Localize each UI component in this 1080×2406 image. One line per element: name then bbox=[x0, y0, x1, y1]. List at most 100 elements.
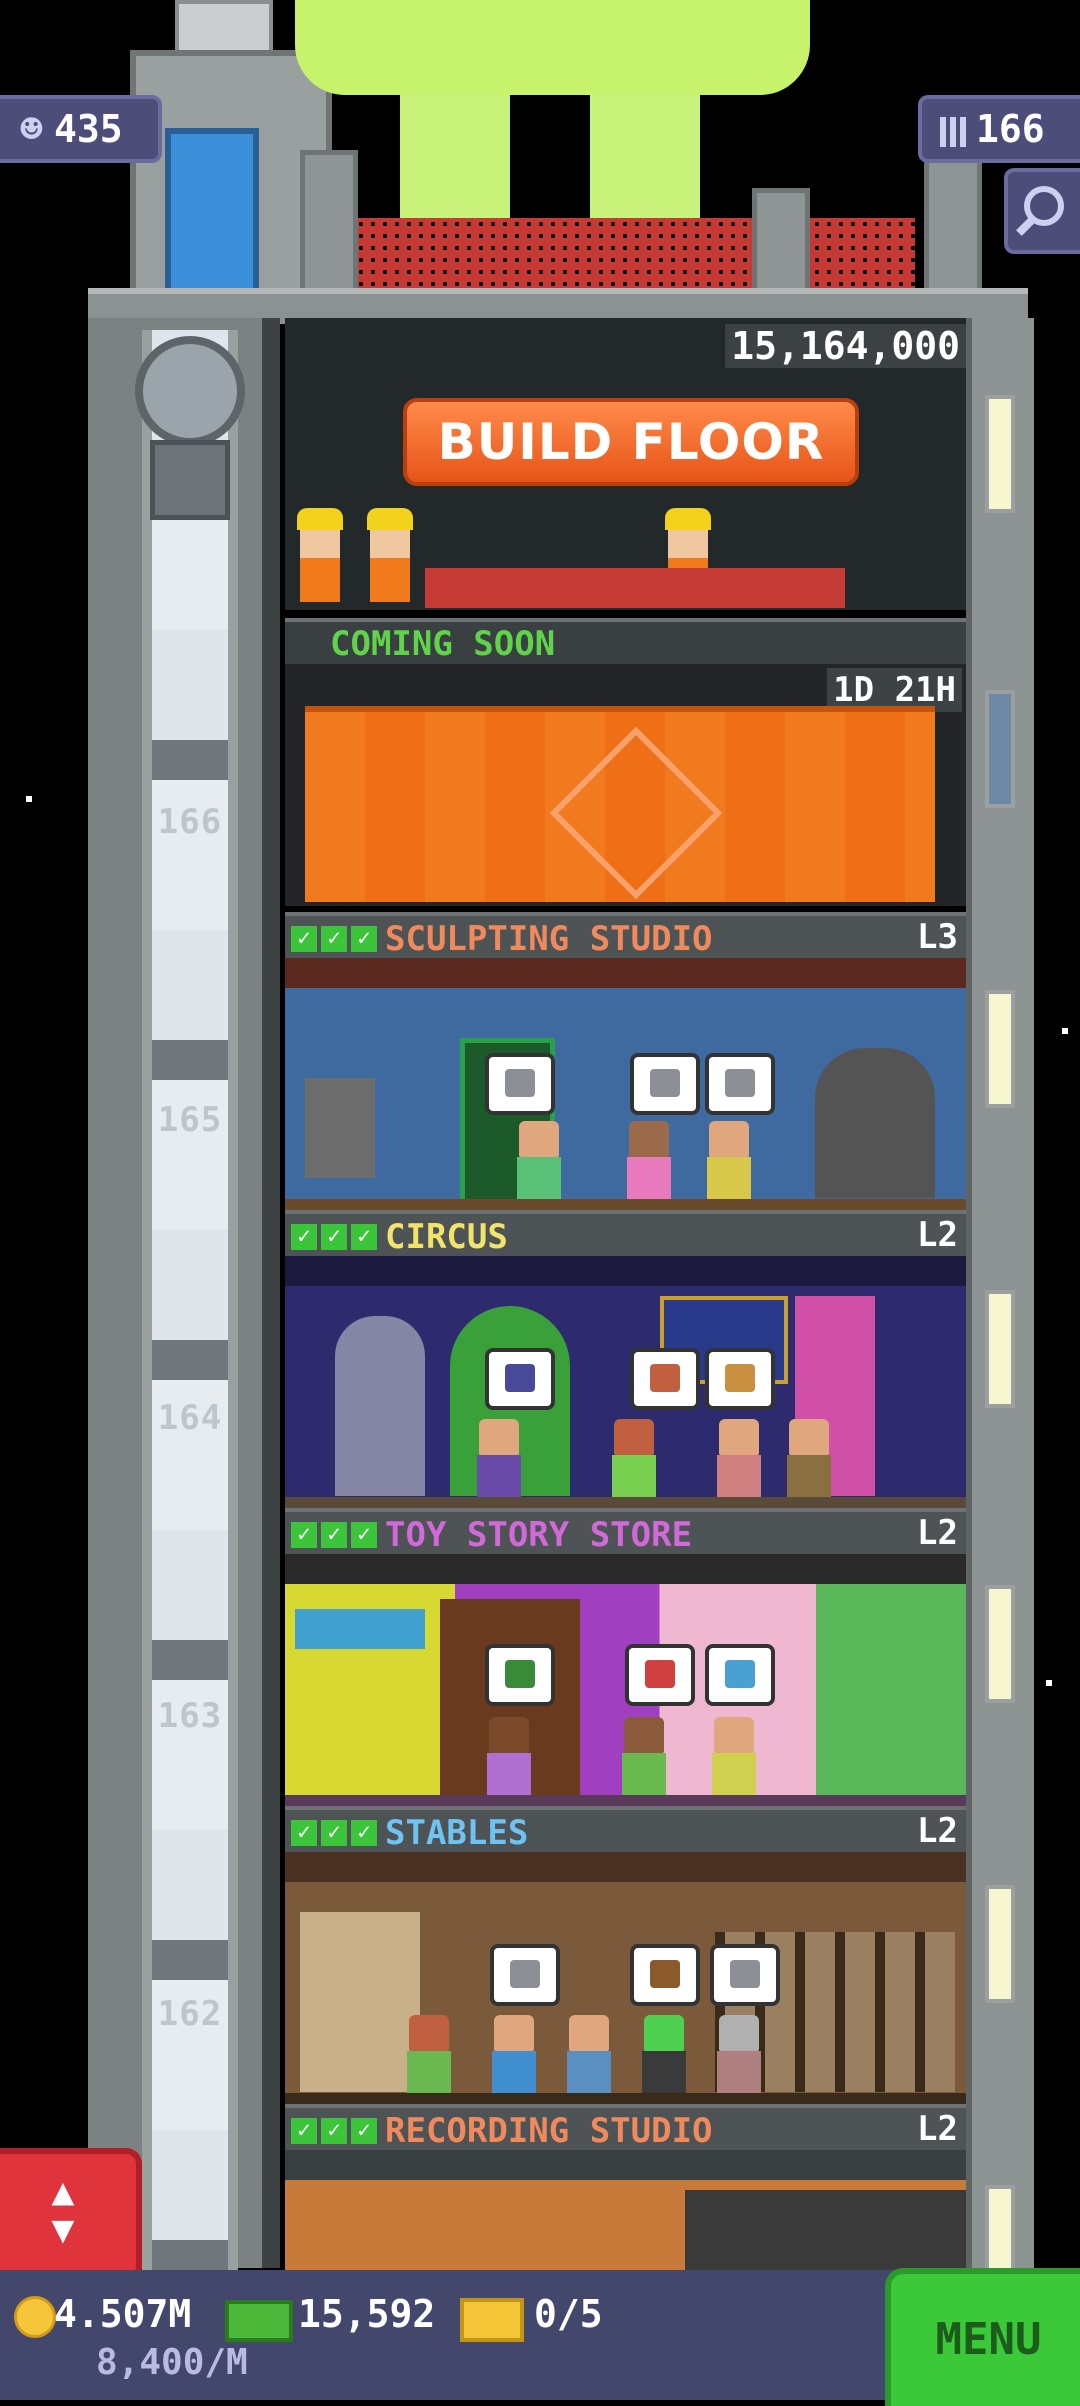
tower-resident bbox=[715, 2015, 763, 2093]
floor-label-sculpting-studio[interactable]: ✓ ✓ ✓ SCULPTING STUDIO L3 bbox=[285, 912, 966, 959]
building-icon bbox=[940, 116, 970, 147]
window-light bbox=[985, 1885, 1015, 2003]
floor-name: STABLES bbox=[385, 1812, 529, 1853]
tower-resident bbox=[620, 1717, 668, 1795]
roof-door bbox=[165, 128, 259, 300]
floor-level: L2 bbox=[917, 1811, 958, 1851]
elevator-shaft bbox=[150, 330, 230, 2270]
tower-resident bbox=[610, 1419, 658, 1497]
ticket-icon[interactable] bbox=[460, 2298, 524, 2342]
statue bbox=[305, 1078, 375, 1178]
check-icon: ✓ bbox=[321, 1521, 347, 1548]
check-icon: ✓ bbox=[351, 925, 377, 952]
tickets-value: 0/5 bbox=[534, 2292, 603, 2336]
statue bbox=[815, 1048, 935, 1198]
request-bubble[interactable] bbox=[630, 1348, 700, 1410]
build-cost: 15,164,000 bbox=[725, 324, 966, 368]
floor-name: RECORDING STUDIO bbox=[385, 2110, 713, 2151]
tower-resident bbox=[640, 2015, 688, 2093]
floor-label-circus[interactable]: ✓ ✓ ✓ CIRCUS L2 bbox=[285, 1210, 966, 1257]
window-light bbox=[985, 2185, 1015, 2273]
floor-room-circus[interactable] bbox=[285, 1256, 966, 1511]
elevator-car[interactable] bbox=[122, 336, 258, 526]
check-icon: ✓ bbox=[351, 1819, 377, 1846]
population-count: 435 bbox=[54, 107, 123, 151]
floors-badge[interactable]: 166 bbox=[918, 95, 1080, 163]
request-bubble[interactable] bbox=[705, 1348, 775, 1410]
floor-number: 164 bbox=[157, 1398, 223, 1438]
construction-sign-icon bbox=[549, 726, 723, 900]
floor-label-stables[interactable]: ✓ ✓ ✓ STABLES L2 bbox=[285, 1806, 966, 1853]
income-rate: 8,400/M bbox=[96, 2342, 248, 2383]
request-bubble[interactable] bbox=[630, 1944, 700, 2006]
check-icon: ✓ bbox=[351, 2117, 377, 2144]
floor-room-sculpting-studio[interactable] bbox=[285, 958, 966, 1213]
elevator-cab bbox=[150, 440, 230, 520]
elephant-statue bbox=[335, 1316, 425, 1496]
coming-soon-label: COMING SOON bbox=[285, 618, 966, 666]
request-bubble[interactable] bbox=[705, 1644, 775, 1706]
check-icon: ✓ bbox=[291, 1223, 317, 1250]
request-bubble[interactable] bbox=[630, 1053, 700, 1115]
build-floor-button[interactable]: BUILD FLOOR bbox=[403, 398, 859, 486]
check-icon: ✓ bbox=[321, 2117, 347, 2144]
check-icon: ✓ bbox=[291, 925, 317, 952]
floor-count: 166 bbox=[976, 107, 1045, 151]
builder-worker bbox=[297, 508, 343, 603]
coins-value: 4.507M bbox=[54, 2292, 192, 2336]
window-light bbox=[985, 990, 1015, 1108]
tower-resident bbox=[565, 2015, 613, 2093]
tower-resident bbox=[715, 1419, 763, 1497]
shaft-rail bbox=[228, 330, 238, 2270]
floor-number: 163 bbox=[157, 1696, 223, 1736]
build-floor-area: 15,164,000 BUILD FLOOR bbox=[285, 318, 966, 610]
floor-name: SCULPTING STUDIO bbox=[385, 918, 713, 959]
request-bubble[interactable] bbox=[705, 1053, 775, 1115]
shaft-rail bbox=[142, 330, 152, 2270]
window-light bbox=[985, 1290, 1015, 1408]
tower-resident bbox=[405, 2015, 453, 2093]
hay-shelf bbox=[300, 1912, 420, 2092]
ufo-sculpture bbox=[295, 0, 810, 95]
floor-label-recording-studio[interactable]: ✓ ✓ ✓ RECORDING STUDIO L2 bbox=[285, 2104, 966, 2151]
star bbox=[1046, 1680, 1052, 1686]
roof-pillar bbox=[924, 150, 982, 298]
elevator-arrows-icon: ▲ ▼ bbox=[51, 2169, 75, 2251]
roof-pillar bbox=[752, 188, 810, 298]
floor-level: L2 bbox=[917, 1215, 958, 1255]
request-bubble[interactable] bbox=[485, 1348, 555, 1410]
floor-level: L2 bbox=[917, 2109, 958, 2149]
roof-scaffold bbox=[355, 218, 915, 288]
request-bubble[interactable] bbox=[710, 1944, 780, 2006]
floor-number: 165 bbox=[157, 1100, 223, 1140]
tower-resident bbox=[705, 1121, 753, 1199]
star bbox=[1062, 1028, 1068, 1034]
person-icon: ☻ bbox=[20, 107, 43, 151]
floor-label-toy-story-store[interactable]: ✓ ✓ ✓ TOY STORY STORE L2 bbox=[285, 1508, 966, 1555]
tower-resident bbox=[475, 1419, 523, 1497]
check-icon: ✓ bbox=[291, 1819, 317, 1846]
request-bubble[interactable] bbox=[490, 1944, 560, 2006]
floor-room-recording-studio[interactable] bbox=[285, 2150, 966, 2270]
scaffold-base bbox=[425, 568, 845, 608]
request-bubble[interactable] bbox=[485, 1644, 555, 1706]
check-icon: ✓ bbox=[321, 925, 347, 952]
check-icon: ✓ bbox=[351, 1223, 377, 1250]
menu-button[interactable]: MENU bbox=[885, 2268, 1080, 2406]
floor-name: CIRCUS bbox=[385, 1216, 508, 1257]
request-bubble[interactable] bbox=[625, 1644, 695, 1706]
tower-resident bbox=[490, 2015, 538, 2093]
elevator-scroll-button[interactable]: ▲ ▼ bbox=[0, 2148, 142, 2282]
floor-level: L2 bbox=[917, 1513, 958, 1553]
population-badge[interactable]: ☻ 435 bbox=[0, 95, 162, 163]
construction-floor[interactable]: 1D 21H bbox=[285, 664, 966, 906]
request-bubble[interactable] bbox=[485, 1053, 555, 1115]
floor-room-stables[interactable] bbox=[285, 1852, 966, 2107]
tower-resident bbox=[485, 1717, 533, 1795]
bux-icon[interactable] bbox=[225, 2300, 293, 2342]
search-button[interactable] bbox=[1004, 168, 1080, 254]
floor-room-toy-story-store[interactable] bbox=[285, 1554, 966, 1809]
tower-resident bbox=[625, 1121, 673, 1199]
coin-icon bbox=[14, 2296, 56, 2338]
roof-pillar bbox=[300, 150, 358, 298]
